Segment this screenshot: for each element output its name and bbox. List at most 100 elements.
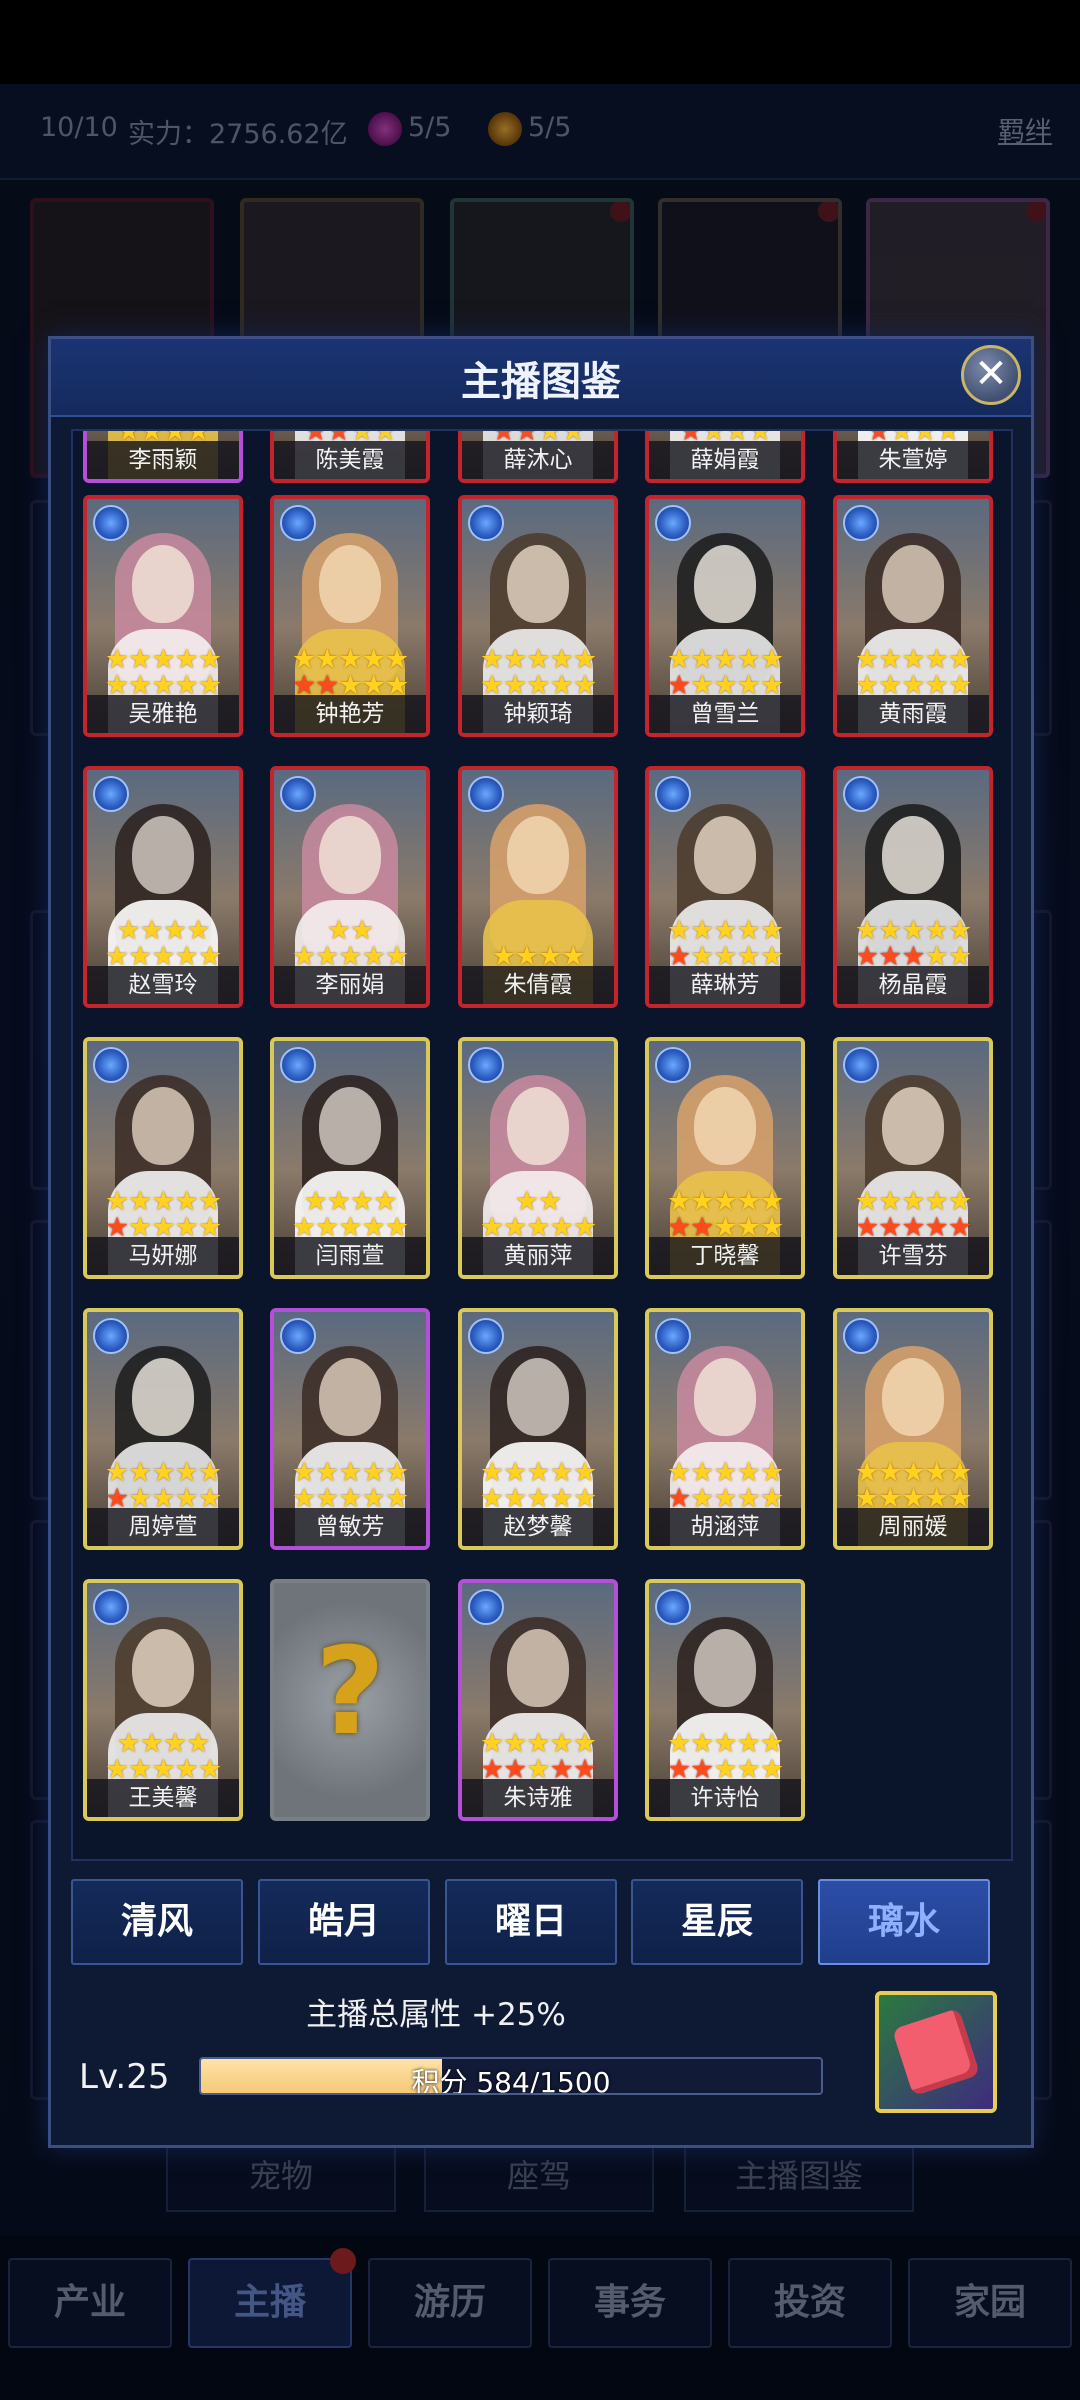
streamer-card[interactable]: ★★★★ 李雨颖: [83, 431, 243, 483]
streamer-card[interactable]: ★★★★★ ★★★★★ 丁晓馨: [645, 1037, 805, 1279]
streamer-card[interactable]: ★★★★★ ★★★★★ 周丽媛: [833, 1308, 993, 1550]
streamer-name: 赵雪玲: [87, 966, 239, 1004]
portrait-face: [319, 816, 381, 894]
streamer-card[interactable]: ★★ ★★★★★ 李丽娟: [270, 766, 430, 1008]
streamer-card[interactable]: ★★★★ ★★★★★ 赵雪玲: [83, 766, 243, 1008]
streamer-name: 薛娟霞: [649, 441, 801, 479]
streamer-card[interactable]: ★★★★ 朱倩霞: [458, 766, 618, 1008]
streamer-card[interactable]: ★★★★★ ★★★★★ 钟艳芳: [270, 495, 430, 737]
streamer-card[interactable]: ★★★★★ ★★★★★ 朱诗雅: [458, 1579, 618, 1821]
portrait-face: [132, 816, 194, 894]
streamer-name: 钟颖琦: [462, 695, 614, 733]
streamer-card[interactable]: ★★★★★ ★★★★★ 周婷萱: [83, 1308, 243, 1550]
portrait-face: [507, 1629, 569, 1707]
element-badge-icon: [843, 1318, 879, 1354]
streamer-name: 黄丽萍: [462, 1237, 614, 1275]
element-badge-icon: [843, 1047, 879, 1083]
streamer-card[interactable]: ★★★★ ★★★★★ 闫雨萱: [270, 1037, 430, 1279]
streamer-card[interactable]: ★★★★ 朱萱婷: [833, 431, 993, 483]
puzzle-button[interactable]: [875, 1991, 997, 2113]
element-badge-icon: [93, 505, 129, 541]
portrait-face: [319, 1087, 381, 1165]
streamer-card[interactable]: ★★★★★ ★★★★★ 许诗怡: [645, 1579, 805, 1821]
streamer-name: 李雨颖: [87, 441, 239, 479]
element-badge-icon: [93, 1589, 129, 1625]
close-button[interactable]: ✕: [961, 345, 1021, 405]
puzzle-piece-icon: [891, 2007, 981, 2097]
question-mark-icon: ?: [315, 1623, 385, 1762]
streamer-name: 周婷萱: [87, 1508, 239, 1546]
portrait-face: [882, 1358, 944, 1436]
streamer-card[interactable]: ★★★★★ ★★★★★ 钟颖琦: [458, 495, 618, 737]
element-badge-icon: [468, 1047, 504, 1083]
portrait-face: [694, 1087, 756, 1165]
tab-xingchen[interactable]: 星辰: [631, 1879, 803, 1965]
element-badge-icon: [468, 505, 504, 541]
portrait-face: [132, 545, 194, 623]
points-progress-bar: 积分 584/1500: [199, 2057, 823, 2095]
streamer-name: 马妍娜: [87, 1237, 239, 1275]
streamer-card[interactable]: ★★★★★ ★★★★★ 曾敏芳: [270, 1308, 430, 1550]
streamer-name: 陈美霞: [274, 441, 426, 479]
element-badge-icon: [280, 505, 316, 541]
streamer-name: 丁晓馨: [649, 1237, 801, 1275]
portrait-face: [132, 1358, 194, 1436]
streamer-card[interactable]: ★★★★★ ★★★★★ 赵梦馨: [458, 1308, 618, 1550]
streamer-card[interactable]: ★★★★★ ★★★★★ 许雪芬: [833, 1037, 993, 1279]
streamer-name: 胡涵萍: [649, 1508, 801, 1546]
tab-haoyue[interactable]: 皓月: [258, 1879, 430, 1965]
portrait-face: [882, 816, 944, 894]
portrait-face: [694, 545, 756, 623]
element-badge-icon: [655, 1318, 691, 1354]
portrait-face: [132, 1629, 194, 1707]
streamer-card[interactable]: ★★★★ 薛沐心: [458, 431, 618, 483]
streamer-card[interactable]: ★★★★★ ★★★★★ 杨晶霞: [833, 766, 993, 1008]
streamer-card[interactable]: ★★ ★★★★★ 黄丽萍: [458, 1037, 618, 1279]
streamer-card[interactable]: ★★★★ ★★★★★ 王美馨: [83, 1579, 243, 1821]
streamer-name: 黄雨霞: [837, 695, 989, 733]
status-bar: [0, 0, 1080, 84]
streamer-card[interactable]: ★★★★★ ★★★★★ 黄雨霞: [833, 495, 993, 737]
portrait-face: [132, 1087, 194, 1165]
streamer-card[interactable]: ★★★★★ ★★★★★ 胡涵萍: [645, 1308, 805, 1550]
portrait-face: [694, 1629, 756, 1707]
streamer-name: 赵梦馨: [462, 1508, 614, 1546]
tab-lishui[interactable]: 璃水: [818, 1879, 990, 1965]
element-badge-icon: [843, 505, 879, 541]
streamer-name: 许雪芬: [837, 1237, 989, 1275]
portrait-face: [507, 816, 569, 894]
tab-qingfeng[interactable]: 清风: [71, 1879, 243, 1965]
streamer-name: 薛沐心: [462, 441, 614, 479]
modal-title: 主播图鉴: [461, 359, 621, 405]
streamer-card[interactable]: ★★★★ 薛娟霞: [645, 431, 805, 483]
streamer-card[interactable]: ★★★★★ ★★★★★ 薛琳芳: [645, 766, 805, 1008]
streamer-name: 闫雨萱: [274, 1237, 426, 1275]
element-badge-icon: [93, 776, 129, 812]
streamer-name: 曾雪兰: [649, 695, 801, 733]
streamer-card[interactable]: ★★★★ 陈美霞: [270, 431, 430, 483]
streamer-card[interactable]: ★★★★★ ★★★★★ 吴雅艳: [83, 495, 243, 737]
element-badge-icon: [655, 1589, 691, 1625]
streamer-name: 朱倩霞: [462, 966, 614, 1004]
element-badge-icon: [280, 776, 316, 812]
element-badge-icon: [468, 1318, 504, 1354]
element-badge-icon: [843, 776, 879, 812]
streamer-card[interactable]: ★★★★★ ★★★★★ 曾雪兰: [645, 495, 805, 737]
streamer-card[interactable]: ★★★★★ ★★★★★ 马妍娜: [83, 1037, 243, 1279]
tab-yaori[interactable]: 曜日: [445, 1879, 617, 1965]
portrait-face: [882, 545, 944, 623]
streamer-name: 李丽娟: [274, 966, 426, 1004]
streamer-card-grid[interactable]: ★★★★ 李雨颖 ★★★★ 陈美霞 ★★★★ 薛沐心 ★★★★ 薛娟霞 ★★★★ 朱萱婷 ★★★★★…: [71, 429, 1013, 1861]
portrait-face: [319, 1358, 381, 1436]
element-badge-icon: [655, 505, 691, 541]
streamer-name: 许诗怡: [649, 1779, 801, 1817]
streamer-name: 钟艳芳: [274, 695, 426, 733]
element-badge-icon: [655, 776, 691, 812]
streamer-name: 杨晶霞: [837, 966, 989, 1004]
portrait-face: [694, 1358, 756, 1436]
locked-card[interactable]: ?: [270, 1579, 430, 1821]
streamer-name: 王美馨: [87, 1779, 239, 1817]
points-text: 积分 584/1500: [411, 2066, 611, 2095]
modal-header: 主播图鉴 ✕: [51, 339, 1031, 417]
portrait-face: [319, 545, 381, 623]
